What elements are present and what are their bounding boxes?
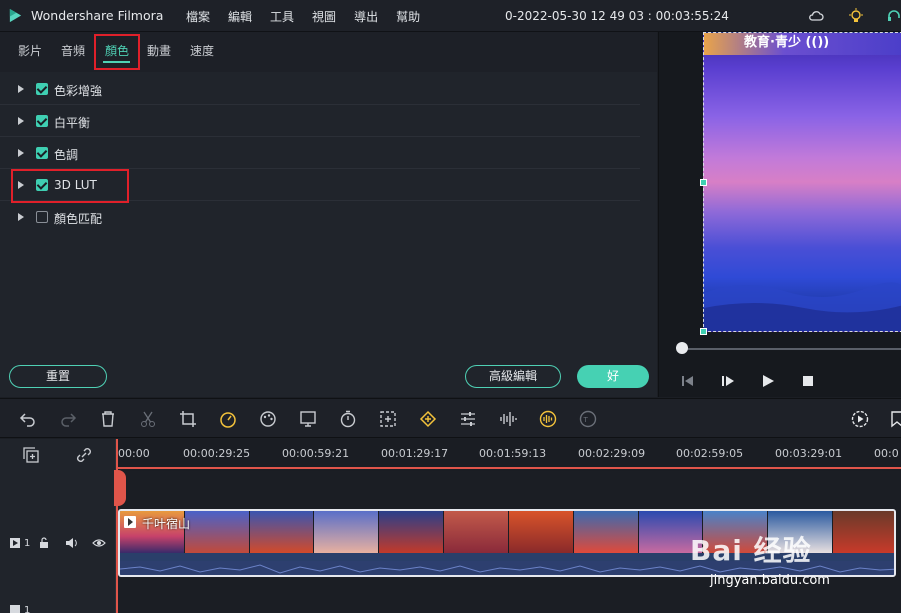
menu-item-view[interactable]: 視圖 [312, 8, 336, 25]
checkbox-white-balance[interactable] [36, 115, 48, 127]
title-bar: Wondershare Filmora 檔案 編輯 工具 視圖 導出 幫助 0-… [0, 0, 901, 32]
watermark-url: jingyan.baidu.com [710, 573, 830, 588]
stop-icon[interactable] [801, 374, 815, 388]
keyframe-icon[interactable] [419, 410, 437, 428]
video-wave-graphic [704, 282, 901, 331]
video-banner-text: 教育·青少 (()) [704, 33, 901, 55]
playhead-handle[interactable] [114, 470, 126, 506]
menu-item-edit[interactable]: 編輯 [228, 8, 252, 25]
timeline-toolbar: T [0, 398, 901, 438]
resize-handle-left[interactable] [700, 179, 707, 186]
adjustment-row-color-enhance[interactable]: 色彩增強 [0, 73, 640, 105]
ruler-label: 00:00 [118, 447, 150, 460]
menu-item-help[interactable]: 幫助 [396, 8, 420, 25]
preview-video-frame[interactable]: 教育·青少 (()) [703, 32, 901, 332]
expand-arrow-icon[interactable] [18, 213, 24, 221]
add-track-icon[interactable] [22, 446, 40, 464]
play-icon[interactable] [761, 374, 775, 388]
reset-button[interactable]: 重置 [9, 365, 107, 388]
delete-icon[interactable] [99, 410, 117, 428]
project-title: 0-2022-05-30 12 49 03 : 00:03:55:24 [505, 9, 729, 23]
video-track-icon [10, 538, 20, 548]
audio-ducking-icon[interactable] [539, 410, 557, 428]
clip-play-icon [124, 516, 136, 528]
audio-wave-icon[interactable] [499, 410, 517, 428]
link-icon[interactable] [75, 446, 93, 464]
headset-icon[interactable] [886, 8, 901, 24]
ruler-label: 00:01:29:17 [381, 447, 449, 460]
clip-title: 千叶宿山 [142, 517, 191, 531]
highlight-box-3d-lut [11, 169, 129, 203]
adjustment-row-white-balance[interactable]: 白平衡 [0, 105, 640, 137]
preview-progress-track[interactable] [679, 348, 901, 350]
preview-panel: 教育·青少 (()) [658, 32, 901, 397]
audio-adjust-icon[interactable] [459, 410, 477, 428]
checkbox-color-enhance[interactable] [36, 83, 48, 95]
adjustment-label: 色彩增強 [54, 84, 103, 98]
cloud-icon[interactable] [808, 8, 824, 24]
baidu-watermark: Bai 经验 jingyan.baidu.com [690, 523, 900, 599]
expand-arrow-icon[interactable] [18, 85, 24, 93]
green-screen-icon[interactable] [299, 410, 317, 428]
menu-item-file[interactable]: 檔案 [186, 8, 210, 25]
menu-item-export[interactable]: 導出 [354, 8, 378, 25]
eye-icon[interactable] [92, 538, 106, 548]
preview-progress-knob[interactable] [676, 342, 688, 354]
speech-to-text-icon[interactable]: T [579, 410, 597, 428]
step-back-icon[interactable] [681, 374, 695, 388]
menu-item-tools[interactable]: 工具 [270, 8, 294, 25]
render-preview-icon[interactable] [851, 410, 869, 428]
playhead-line[interactable] [116, 439, 118, 613]
play-frame-icon[interactable] [721, 374, 735, 388]
marker-icon[interactable] [889, 410, 901, 428]
fit-screen-icon[interactable] [379, 410, 397, 428]
ruler-label: 00:01:59:13 [479, 447, 547, 460]
property-panel: 影片 音頻 顏色 動畫 速度 色彩增強 白平衡 色調 3D LUT 顏色匹配 重… [0, 32, 657, 397]
expand-arrow-icon[interactable] [18, 117, 24, 125]
adjustment-label: 顏色匹配 [54, 212, 103, 226]
tab-video[interactable]: 影片 [18, 42, 42, 59]
redo-icon[interactable] [59, 410, 77, 428]
tab-audio[interactable]: 音頻 [61, 42, 85, 59]
speaker-icon[interactable] [65, 537, 78, 549]
ruler-label: 00:0 [874, 447, 899, 460]
crop-icon[interactable] [179, 410, 197, 428]
menu-bar: 檔案 編輯 工具 視圖 導出 幫助 [186, 8, 438, 25]
adjustment-row-color-match[interactable]: 顏色匹配 [0, 201, 640, 233]
watermark-brand: Bai 经验 [690, 534, 812, 567]
filmora-logo-icon [9, 8, 22, 23]
track-headers: 1 1 [0, 439, 116, 613]
audio-track-icon [10, 605, 20, 613]
ruler-label: 00:00:29:25 [183, 447, 251, 460]
track-number: 1 [24, 538, 31, 549]
timer-icon[interactable] [339, 410, 357, 428]
work-area-bar[interactable] [116, 467, 901, 469]
advanced-edit-button[interactable]: 高級編輯 [465, 365, 561, 388]
resize-handle-bottom-left[interactable] [700, 328, 707, 335]
expand-arrow-icon[interactable] [18, 149, 24, 157]
lightbulb-icon[interactable] [848, 8, 864, 24]
adjustment-label: 色調 [54, 148, 79, 162]
adjustment-row-tone[interactable]: 色調 [0, 137, 640, 169]
checkbox-tone[interactable] [36, 147, 48, 159]
ruler-label: 00:03:29:01 [775, 447, 843, 460]
tab-animation[interactable]: 動畫 [147, 42, 171, 59]
ruler-label: 00:00:59:21 [282, 447, 350, 460]
svg-text:T: T [583, 416, 589, 424]
lock-icon[interactable] [39, 537, 49, 549]
tab-speed[interactable]: 速度 [190, 42, 214, 59]
adjustment-label: 白平衡 [54, 116, 91, 130]
speed-icon[interactable] [219, 410, 237, 428]
ok-button[interactable]: 好 [577, 365, 649, 388]
highlight-box-color-tab [94, 34, 140, 70]
checkbox-color-match[interactable] [36, 211, 48, 223]
undo-icon[interactable] [19, 410, 37, 428]
app-title: Wondershare Filmora [31, 8, 164, 23]
ruler-label: 00:02:29:09 [578, 447, 646, 460]
color-palette-icon[interactable] [259, 410, 277, 428]
track-number: 1 [24, 605, 31, 613]
ruler-label: 00:02:59:05 [676, 447, 744, 460]
scissors-icon[interactable] [139, 410, 157, 428]
